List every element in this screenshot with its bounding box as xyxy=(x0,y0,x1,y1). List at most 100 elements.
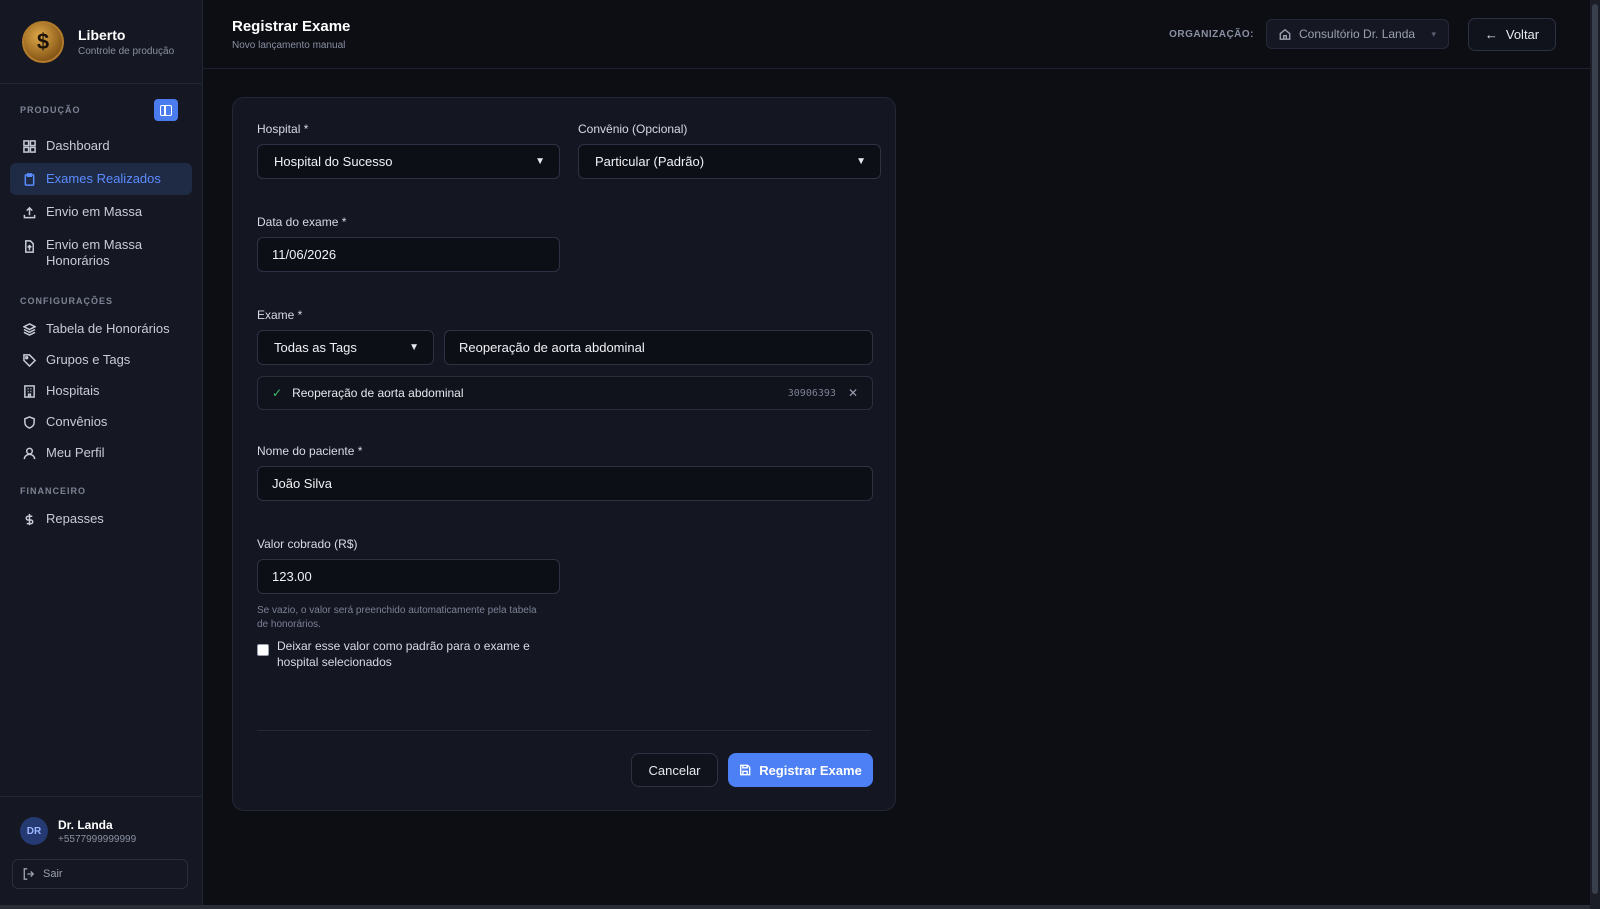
convenio-value: Particular (Padrão) xyxy=(595,154,705,169)
charged-value-input[interactable]: 123.00 xyxy=(257,559,560,594)
register-exam-form: Hospital * Hospital do Sucesso ▼ Convêni… xyxy=(232,97,896,811)
logout-label: Sair xyxy=(43,868,63,880)
hospital-select[interactable]: Hospital do Sucesso ▼ xyxy=(257,144,560,179)
sidebar-item-dashboard[interactable]: Dashboard xyxy=(10,130,192,162)
sidebar-item-meu-perfil[interactable]: Meu Perfil xyxy=(10,437,192,469)
sidebar-item-convenios[interactable]: Convênios xyxy=(10,406,192,438)
exam-date-label: Data do exame * xyxy=(257,215,347,229)
organization-label: ORGANIZAÇÃO: xyxy=(1169,28,1254,40)
file-upload-icon xyxy=(22,238,36,254)
window-bottom-edge xyxy=(0,905,1590,909)
chevron-down-icon: ▼ xyxy=(535,156,545,167)
default-value-label: Deixar esse valor como padrão para o exa… xyxy=(277,639,530,669)
topbar: Registrar Exame Novo lançamento manual O… xyxy=(203,0,1590,69)
dollar-icon xyxy=(22,511,36,527)
selected-exam-chip: ✓ Reoperação de aorta abdominal 30906393… xyxy=(257,376,873,410)
save-icon xyxy=(740,764,751,776)
avatar: DR xyxy=(20,817,48,845)
scrollbar-thumb[interactable] xyxy=(1592,4,1598,894)
logo-icon: $ xyxy=(22,20,64,63)
organization-select[interactable]: Consultório Dr. Landa ▾ xyxy=(1266,19,1449,49)
clipboard-icon xyxy=(22,171,36,187)
section-producao: PRODUÇÃO xyxy=(0,96,202,124)
charged-value-hint: Se vazio, o valor será preenchido automa… xyxy=(257,605,537,630)
arrow-left-icon: ← xyxy=(1484,26,1498,42)
register-exam-label: Registrar Exame xyxy=(759,762,862,778)
sidebar-item-repasses[interactable]: Repasses xyxy=(10,503,192,535)
sidebar-item-label: Envio em Massa Honorários xyxy=(46,237,143,268)
user-phone: +5577999999999 xyxy=(58,833,137,845)
exam-date-field: Data do exame * 11/06/2026 xyxy=(257,215,560,272)
sidebar-item-label: Hospitais xyxy=(46,383,100,398)
sidebar-item-exames-realizados[interactable]: Exames Realizados xyxy=(10,163,192,195)
hospital-value: Hospital do Sucesso xyxy=(274,154,393,169)
default-value-option: Deixar esse valor como padrão para o exa… xyxy=(257,638,547,670)
convenio-field: Convênio (Opcional) Particular (Padrão) … xyxy=(578,122,881,179)
chevron-down-icon: ▼ xyxy=(856,156,866,167)
main-content: Registrar Exame Novo lançamento manual O… xyxy=(203,0,1590,905)
sidebar-collapse-button[interactable] xyxy=(154,99,178,121)
sidebar-item-hospitais[interactable]: Hospitais xyxy=(10,375,192,407)
page-title: Registrar Exame xyxy=(232,17,351,35)
sidebar-item-envio-em-massa[interactable]: Envio em Massa xyxy=(10,196,192,228)
sidebar-panel-icon xyxy=(160,104,172,116)
page-subtitle: Novo lançamento manual xyxy=(232,39,346,51)
exam-label: Exame * xyxy=(257,308,303,322)
section-configuracoes: CONFIGURAÇÕES xyxy=(0,291,202,311)
sidebar-item-label: Exames Realizados xyxy=(46,171,161,186)
section-label: FINANCEIRO xyxy=(20,486,86,496)
charged-value-label: Valor cobrado (R$) xyxy=(257,537,358,551)
exam-search-input[interactable]: Reoperação de aorta abdominal xyxy=(444,330,873,365)
window-scrollbar[interactable] xyxy=(1590,0,1600,909)
patient-name-input[interactable]: João Silva xyxy=(257,466,873,501)
sidebar: $ Liberto Controle de produção PRODUÇÃO … xyxy=(0,0,203,905)
register-exam-button[interactable]: Registrar Exame xyxy=(728,753,873,787)
cancel-button[interactable]: Cancelar xyxy=(631,753,718,787)
user-panel: DR Dr. Landa +5577999999999 Sair xyxy=(0,796,202,905)
layers-icon xyxy=(22,321,36,337)
convenio-select[interactable]: Particular (Padrão) ▼ xyxy=(578,144,881,179)
section-label: CONFIGURAÇÕES xyxy=(20,296,114,306)
brand: $ Liberto Controle de produção xyxy=(0,0,202,84)
sidebar-item-label: Tabela de Honorários xyxy=(46,321,170,336)
brand-name: Liberto xyxy=(78,26,126,43)
divider xyxy=(257,730,871,731)
user-icon xyxy=(22,445,36,461)
chevron-down-icon: ▼ xyxy=(409,342,419,353)
check-icon: ✓ xyxy=(272,386,283,400)
tag-icon xyxy=(22,352,36,368)
convenio-label: Convênio (Opcional) xyxy=(578,122,688,136)
sidebar-item-label: Repasses xyxy=(46,511,104,526)
sidebar-item-tabela-de-honorarios[interactable]: Tabela de Honorários xyxy=(10,313,192,345)
sidebar-item-label: Envio em Massa xyxy=(46,204,143,219)
building-icon xyxy=(22,383,36,399)
charged-value-field: Valor cobrado (R$) 123.00 Se vazio, o va… xyxy=(257,537,560,632)
back-label: Voltar xyxy=(1505,26,1540,42)
shield-icon xyxy=(22,414,36,430)
close-icon[interactable]: ✕ xyxy=(848,386,858,400)
grid-icon xyxy=(22,138,36,154)
patient-name-label: Nome do paciente * xyxy=(257,444,363,458)
user-name: Dr. Landa xyxy=(58,817,113,832)
default-value-checkbox[interactable] xyxy=(257,644,269,656)
upload-icon xyxy=(22,204,36,220)
sidebar-item-label: Dashboard xyxy=(46,138,110,153)
sidebar-item-envio-em-massa-honorarios[interactable]: Envio em Massa Honorários xyxy=(10,229,170,277)
app-window: $ Liberto Controle de produção PRODUÇÃO … xyxy=(0,0,1590,905)
section-label: PRODUÇÃO xyxy=(20,105,81,115)
exam-date-input[interactable]: 11/06/2026 xyxy=(257,237,560,272)
back-button[interactable]: ← Voltar xyxy=(1468,17,1556,51)
tag-filter-select[interactable]: Todas as Tags ▼ xyxy=(257,330,434,365)
home-icon xyxy=(1279,28,1291,40)
logout-button[interactable]: Sair xyxy=(12,859,188,889)
brand-subtitle: Controle de produção xyxy=(78,45,175,57)
sidebar-item-grupos-e-tags[interactable]: Grupos e Tags xyxy=(10,344,192,376)
chevron-down-icon: ▾ xyxy=(1431,28,1436,39)
sidebar-item-label: Grupos e Tags xyxy=(46,352,131,367)
sidebar-item-label: Convênios xyxy=(46,414,108,429)
organization-value: Consultório Dr. Landa xyxy=(1299,27,1416,41)
hospital-label: Hospital * xyxy=(257,122,309,136)
tag-filter-value: Todas as Tags xyxy=(274,340,357,355)
exam-field: Exame * Todas as Tags ▼ Reoperação de ao… xyxy=(257,308,873,365)
selected-exam-code: 30906393 xyxy=(787,387,836,399)
